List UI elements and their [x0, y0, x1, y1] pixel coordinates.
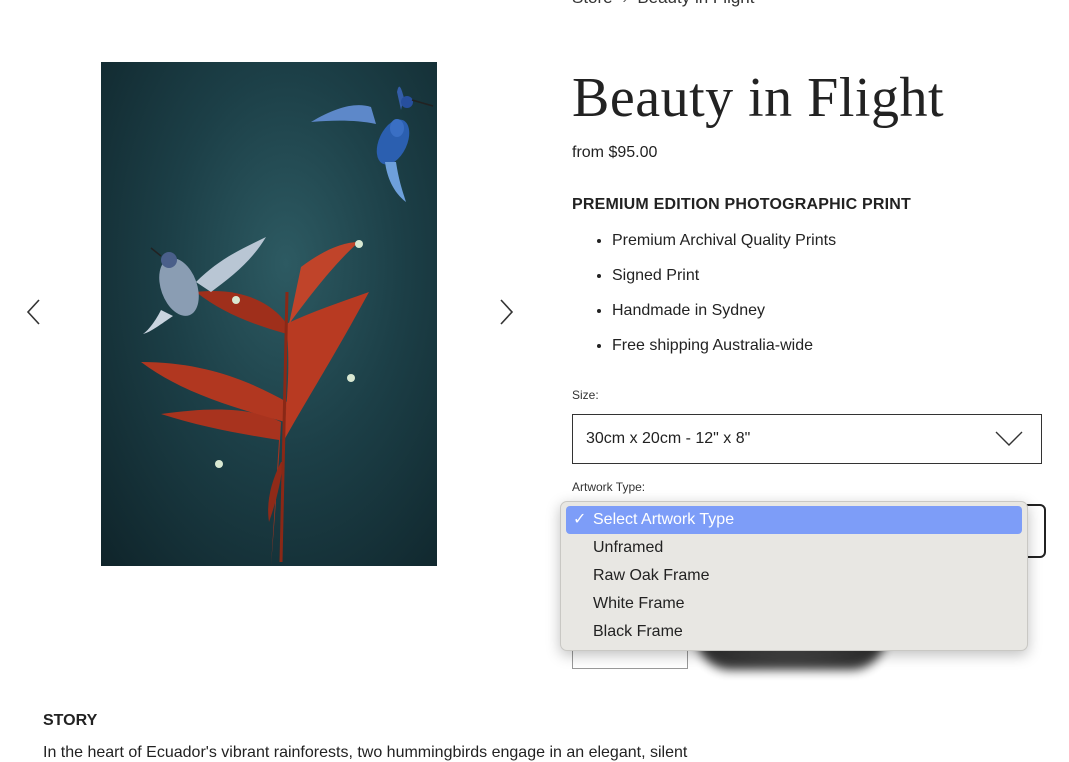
- feature-item: Handmade in Sydney: [612, 298, 836, 333]
- artwork-option-white-frame[interactable]: White Frame: [566, 590, 1022, 618]
- product-price: from $95.00: [572, 144, 658, 161]
- artwork-option-label: Raw Oak Frame: [593, 567, 710, 584]
- chevron-down-icon: [995, 431, 1023, 446]
- breadcrumb-separator: ›: [623, 0, 628, 6]
- size-label: Size:: [572, 388, 599, 402]
- hummingbird-artwork-image: [141, 86, 434, 566]
- product-title: Beauty in Flight: [572, 67, 944, 129]
- artwork-type-label: Artwork Type:: [572, 480, 646, 494]
- size-select-value: 30cm x 20cm - 12" x 8": [586, 430, 751, 447]
- breadcrumb: Store › Beauty in Flight: [572, 0, 755, 8]
- artwork-option-label: Black Frame: [593, 623, 683, 640]
- feature-list: Premium Archival Quality Prints Signed P…: [572, 228, 836, 368]
- chevron-left-icon: [26, 299, 40, 325]
- product-photo[interactable]: [101, 62, 437, 566]
- story-heading: STORY: [43, 712, 98, 729]
- breadcrumb-store-link[interactable]: Store: [572, 0, 613, 8]
- chevron-right-icon: [500, 299, 514, 325]
- artwork-option-black-frame[interactable]: Black Frame: [566, 618, 1022, 646]
- story-text: In the heart of Ecuador's vibrant rainfo…: [43, 744, 688, 761]
- feature-item: Signed Print: [612, 263, 836, 298]
- edition-heading: PREMIUM EDITION PHOTOGRAPHIC PRINT: [572, 196, 911, 213]
- artwork-option-unframed[interactable]: Unframed: [566, 534, 1022, 562]
- artwork-option-select[interactable]: ✓ Select Artwork Type: [566, 506, 1022, 534]
- size-select[interactable]: 30cm x 20cm - 12" x 8": [572, 414, 1042, 464]
- artwork-option-label: Select Artwork Type: [593, 511, 735, 528]
- artwork-option-label: Unframed: [593, 539, 664, 556]
- artwork-option-label: White Frame: [593, 595, 685, 612]
- checkmark-icon: ✓: [573, 511, 587, 528]
- gallery-prev-button[interactable]: [24, 296, 44, 328]
- gallery-next-button[interactable]: [496, 296, 516, 328]
- feature-item: Premium Archival Quality Prints: [612, 228, 836, 263]
- breadcrumb-current: Beauty in Flight: [637, 0, 754, 8]
- artwork-type-dropdown[interactable]: ✓ Select Artwork Type Unframed Raw Oak F…: [560, 501, 1028, 651]
- artwork-option-raw-oak-frame[interactable]: Raw Oak Frame: [566, 562, 1022, 590]
- feature-item: Free shipping Australia-wide: [612, 333, 836, 368]
